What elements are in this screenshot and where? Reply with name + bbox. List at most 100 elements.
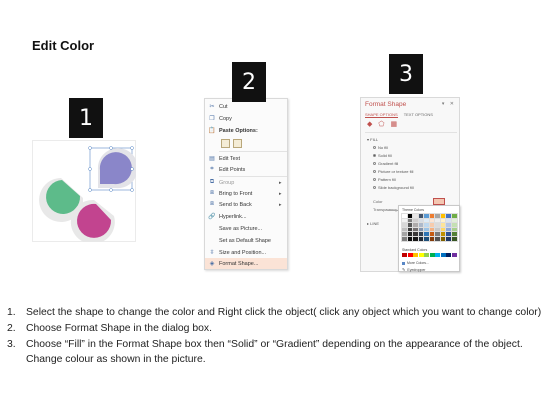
menu-item-size-position[interactable]: ⇳ Size and Position... <box>205 247 287 258</box>
color-swatch[interactable] <box>423 226 430 233</box>
menu-item-copy[interactable]: ❐ Copy <box>205 113 287 124</box>
color-swatch[interactable] <box>417 231 425 237</box>
color-swatch[interactable] <box>424 253 429 257</box>
tab-text-options[interactable]: TEXT OPTIONS <box>404 112 433 118</box>
color-swatch[interactable] <box>445 226 452 233</box>
color-swatch[interactable] <box>445 222 452 228</box>
fill-line-icon[interactable]: ◆ <box>367 120 372 128</box>
color-swatch[interactable] <box>428 213 436 219</box>
color-swatch[interactable] <box>429 253 435 257</box>
color-swatch[interactable] <box>434 226 441 233</box>
color-swatch[interactable] <box>428 226 436 233</box>
menu-item-group[interactable]: ⧉ Group ▸ <box>205 177 287 188</box>
color-swatch[interactable] <box>423 213 430 219</box>
option-picture-fill[interactable]: Picture or texture fill <box>373 169 413 174</box>
color-swatch[interactable] <box>450 222 458 228</box>
color-swatch[interactable] <box>423 222 430 228</box>
color-swatch[interactable] <box>445 213 452 219</box>
color-swatch[interactable] <box>401 235 408 242</box>
color-swatch[interactable] <box>450 217 458 224</box>
option-no-fill[interactable]: No fill <box>373 145 388 150</box>
magenta-shape[interactable] <box>70 199 115 242</box>
color-swatch[interactable] <box>417 235 425 242</box>
color-swatch[interactable] <box>439 226 447 233</box>
color-swatch[interactable] <box>423 235 430 242</box>
color-swatch[interactable] <box>417 217 425 224</box>
purple-shape-selected[interactable] <box>88 146 137 192</box>
color-swatch[interactable] <box>412 217 419 224</box>
color-swatch[interactable] <box>451 253 457 257</box>
color-swatch[interactable] <box>402 253 407 257</box>
color-swatch[interactable] <box>401 222 408 228</box>
color-swatch[interactable] <box>406 213 414 219</box>
color-swatch[interactable] <box>423 217 430 224</box>
menu-item-save-as-picture[interactable]: Save as Picture... <box>205 223 287 234</box>
pane-controls[interactable]: ▾ ✕ <box>442 101 456 107</box>
color-swatch[interactable] <box>418 253 424 257</box>
option-gradient-fill[interactable]: Gradient fill <box>373 161 398 166</box>
menu-item-set-default-shape[interactable]: Set as Default Shape <box>205 235 287 246</box>
color-swatch[interactable] <box>445 217 452 224</box>
color-swatch[interactable] <box>434 231 441 237</box>
color-swatch[interactable] <box>428 217 436 224</box>
paste-keep-source-icon[interactable] <box>221 139 230 148</box>
color-swatch[interactable] <box>446 253 451 257</box>
option-slide-background-fill[interactable]: Slide background fill <box>373 185 414 190</box>
color-swatch[interactable] <box>412 226 419 233</box>
color-swatch[interactable] <box>401 226 408 233</box>
color-swatch[interactable] <box>428 222 436 228</box>
color-swatch[interactable] <box>412 222 419 228</box>
menu-item-hyperlink[interactable]: 🔗 Hyperlink... <box>205 211 287 222</box>
color-swatch[interactable] <box>428 231 436 237</box>
menu-item-send-to-back[interactable]: ⧈ Send to Back ▸ <box>205 199 287 210</box>
color-swatch[interactable] <box>434 217 441 224</box>
color-swatch[interactable] <box>440 253 446 257</box>
close-icon[interactable]: ✕ <box>450 101 456 107</box>
color-swatch[interactable] <box>439 213 447 219</box>
fill-section-header[interactable]: ▾ FILL <box>367 137 378 142</box>
color-swatch[interactable] <box>434 213 441 219</box>
color-swatch[interactable] <box>439 231 447 237</box>
line-section-header[interactable]: ▸ LINE <box>367 221 379 226</box>
color-swatch[interactable] <box>450 213 458 219</box>
option-pattern-fill[interactable]: Pattern fill <box>373 177 396 182</box>
color-swatch[interactable] <box>434 222 441 228</box>
menu-item-bring-to-front[interactable]: ⧈ Bring to Front ▸ <box>205 188 287 199</box>
color-swatch[interactable] <box>413 253 418 257</box>
color-swatch[interactable] <box>407 253 413 257</box>
menu-item-edit-text[interactable]: ▤ Edit Text <box>205 153 287 164</box>
effects-icon[interactable]: ⬠ <box>378 120 384 128</box>
color-swatch[interactable] <box>406 235 414 242</box>
color-swatch[interactable] <box>450 226 458 233</box>
color-swatch[interactable] <box>412 235 419 242</box>
menu-item-cut[interactable]: ✂ Cut <box>205 101 287 112</box>
color-swatch[interactable] <box>434 235 441 242</box>
color-swatch[interactable] <box>401 231 408 237</box>
color-swatch[interactable] <box>417 213 425 219</box>
size-properties-icon[interactable]: ▦ <box>390 120 397 128</box>
color-swatch[interactable] <box>439 235 447 242</box>
menu-item-edit-points[interactable]: ⌗ Edit Points <box>205 164 287 175</box>
paste-picture-icon[interactable] <box>233 139 242 148</box>
color-swatch[interactable] <box>445 235 452 242</box>
color-swatch[interactable] <box>435 253 440 257</box>
color-swatch[interactable] <box>412 213 419 219</box>
color-swatch[interactable] <box>406 231 414 237</box>
color-swatch[interactable] <box>401 213 408 219</box>
color-swatch[interactable] <box>406 217 414 224</box>
color-swatch[interactable] <box>417 226 425 233</box>
color-swatch[interactable] <box>423 231 430 237</box>
color-swatch[interactable] <box>450 231 458 237</box>
color-swatch[interactable] <box>445 231 452 237</box>
color-swatch[interactable] <box>428 235 436 242</box>
color-swatch[interactable] <box>406 226 414 233</box>
menu-item-format-shape[interactable]: ◈ Format Shape... <box>205 258 287 269</box>
color-swatch[interactable] <box>406 222 414 228</box>
transparency-slider[interactable] <box>388 210 398 211</box>
eyedropper-item[interactable]: ✎ Eyedropper <box>402 267 425 272</box>
color-swatch[interactable] <box>412 231 419 237</box>
color-swatch[interactable] <box>417 222 425 228</box>
tab-shape-options[interactable]: SHAPE OPTIONS <box>365 112 398 118</box>
dropdown-icon[interactable]: ▾ <box>442 101 447 107</box>
color-swatch[interactable] <box>439 217 447 224</box>
